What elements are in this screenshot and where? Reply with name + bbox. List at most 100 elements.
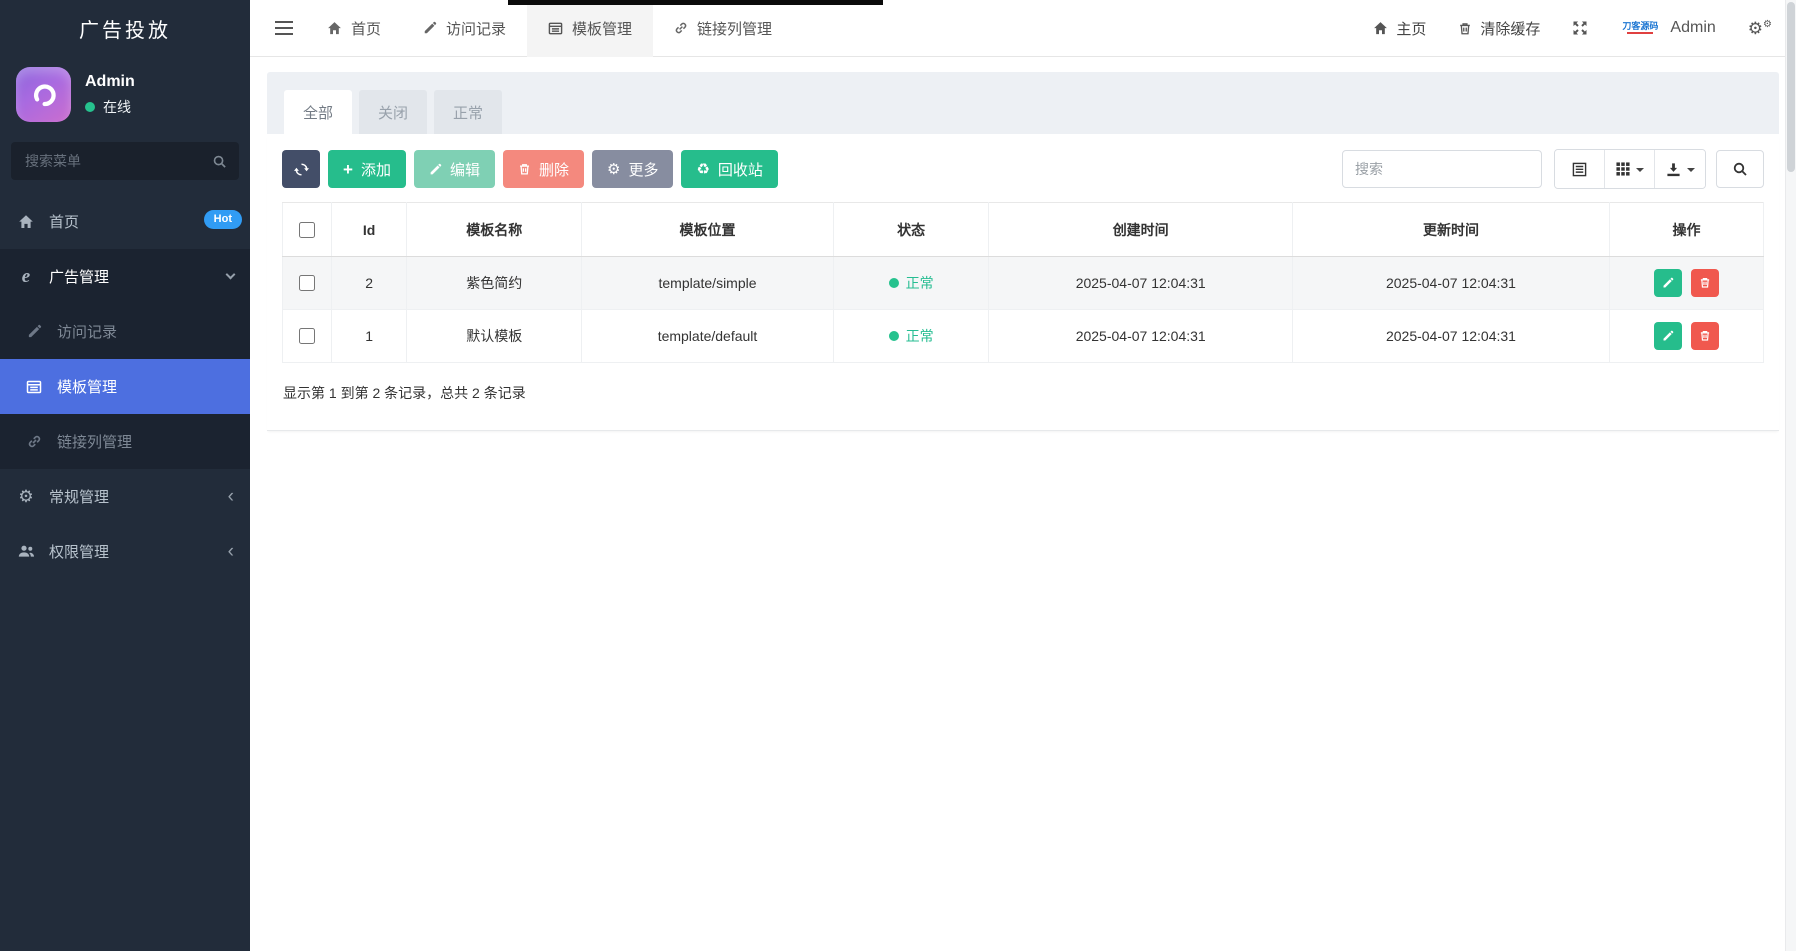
select-row-checkbox[interactable] [299,275,316,291]
column-header-name[interactable]: 模板名称 [406,202,583,257]
filter-tab-all[interactable]: 全部 [284,90,353,134]
caret-down-icon [1686,167,1695,172]
detail-view-icon [1572,162,1587,176]
plus-icon: + [343,159,353,179]
delete-button[interactable]: 删除 [502,150,584,188]
edit-button-label: 编辑 [449,161,480,179]
detail-view-button[interactable] [1555,150,1605,188]
brand-logo-text: 刀客源码 [1622,21,1659,31]
column-header-operations: 操作 [1608,202,1765,257]
row-delete-button[interactable] [1691,321,1720,350]
select-row-checkbox[interactable] [299,328,316,344]
row-delete-button[interactable] [1691,268,1720,297]
topbar-right: 主页 清除缓存 刀客源码 Admin ⚙⚙ [1357,0,1796,57]
edit-button[interactable]: 编辑 [413,150,495,188]
search-icon [1733,162,1747,176]
table-search-input[interactable] [1342,150,1542,188]
recycle-button-label: 回收站 [717,161,763,179]
tab-label: 链接列管理 [697,20,773,38]
clear-cache-button[interactable]: 清除缓存 [1442,0,1556,57]
template-icon [24,379,44,395]
sidebar-toggle-button[interactable] [262,0,306,57]
row-edit-button[interactable] [1653,322,1682,351]
link-icon [674,21,688,35]
sidebar-item-label: 模板管理 [57,379,118,396]
content: 全部 关闭 正常 + 添加 编辑 删除 ⚙ 更多 ♻ 回收站 搜索 Id 模板名… [250,57,1796,951]
add-button[interactable]: + 添加 [328,150,406,188]
more-button-label: 更多 [628,161,659,179]
pencil-icon [423,21,437,35]
table-view-button-group [1554,149,1706,189]
page-scrollbar[interactable] [1785,0,1796,951]
add-button-label: 添加 [360,161,391,179]
cell-name: 紫色简约 [406,256,583,310]
refresh-icon [293,162,309,177]
menu-search-input[interactable] [23,152,212,170]
recycle-icon: ♻ [696,160,710,178]
sidebar: 广告投放 Admin 在线 首页 Hot [0,0,250,951]
export-dropdown-button[interactable] [1655,150,1705,188]
tab-visit-log[interactable]: 访问记录 [402,0,527,57]
fullscreen-button[interactable] [1556,0,1604,57]
column-header-updated[interactable]: 更新时间 [1292,202,1610,257]
column-header-status[interactable]: 状态 [832,202,990,257]
sidebar-item-visit-log[interactable]: 访问记录 [0,304,250,359]
sidebar-item-link-management[interactable]: 链接列管理 [0,414,250,469]
trash-icon [1458,21,1472,36]
home-link-label: 主页 [1396,20,1427,38]
cell-path: template/simple [581,256,834,310]
sidebar-item-home[interactable]: 首页 Hot [0,194,250,249]
table-row[interactable]: 1 默认模板 template/default 正常 2025-04-07 12… [282,309,1765,363]
column-header-id[interactable]: Id [330,202,408,257]
templates-table: Id 模板名称 模板位置 状态 创建时间 更新时间 操作 2 紫色简约 temp… [282,202,1765,363]
select-all-header [282,202,332,257]
pencil-icon [1663,330,1673,341]
select-all-checkbox[interactable] [299,221,316,238]
settings-button[interactable]: ⚙⚙ [1732,0,1772,57]
user-menu[interactable]: 刀客源码 Admin [1604,0,1731,57]
sidebar-item-label: 链接列管理 [57,434,133,451]
sidebar-item-ad-management[interactable]: e 广告管理 [0,249,250,304]
cell-path: template/default [581,309,834,363]
column-header-path[interactable]: 模板位置 [581,202,834,257]
tab-home[interactable]: 首页 [306,0,402,57]
pagination-summary: 显示第 1 到第 2 条记录，总共 2 条记录 [283,385,526,401]
sidebar-item-permission-management[interactable]: 权限管理 ‹ [0,524,250,579]
avatar[interactable] [16,67,71,122]
brand-logo: 刀客源码 [1620,18,1660,38]
filter-tab-normal[interactable]: 正常 [434,90,503,134]
grid-icon [1615,162,1630,176]
columns-dropdown-button[interactable] [1605,150,1655,188]
brand-logo-underline [1627,32,1654,34]
recycle-bin-button[interactable]: ♻ 回收站 [681,150,778,188]
cell-updated-at: 2025-04-07 12:04:31 [1292,256,1610,310]
pencil-icon [1663,277,1673,288]
table-row[interactable]: 2 紫色简约 template/simple 正常 2025-04-07 12:… [282,256,1765,310]
sidebar-item-general-management[interactable]: ⚙ 常规管理 ‹ [0,469,250,524]
tab-link-management[interactable]: 链接列管理 [653,0,793,57]
table-toolbar: + 添加 编辑 删除 ⚙ 更多 ♻ 回收站 搜索 [282,149,1764,189]
refresh-button[interactable] [282,150,320,188]
sidebar-item-template-management[interactable]: 模板管理 [0,359,250,414]
gears-icon: ⚙ [18,487,34,506]
app-title: 广告投放 [79,20,171,42]
more-button[interactable]: ⚙ 更多 [591,150,674,188]
status-label: 正常 [905,328,934,344]
row-edit-button[interactable] [1653,269,1682,298]
search-toggle-button[interactable] [1716,150,1764,188]
panel-body: + 添加 编辑 删除 ⚙ 更多 ♻ 回收站 搜索 Id 模板名称 模板位置 状态… [267,134,1779,431]
filter-tab-closed[interactable]: 关闭 [359,90,428,134]
home-icon [16,214,36,230]
toolbar-right [1342,149,1764,189]
status-badge[interactable]: 正常 [888,273,934,293]
home-link[interactable]: 主页 [1357,0,1442,57]
filter-tab-label: 关闭 [378,104,409,122]
scrollbar-thumb[interactable] [1787,2,1795,172]
ad-icon: e [21,265,31,287]
status-badge[interactable]: 正常 [888,326,934,346]
table-header-row: Id 模板名称 模板位置 状态 创建时间 更新时间 操作 [282,202,1765,257]
column-header-created[interactable]: 创建时间 [988,202,1293,257]
tab-label: 访问记录 [446,20,507,38]
tab-template-management[interactable]: 模板管理 [527,0,654,57]
clear-cache-label: 清除缓存 [1480,20,1541,38]
